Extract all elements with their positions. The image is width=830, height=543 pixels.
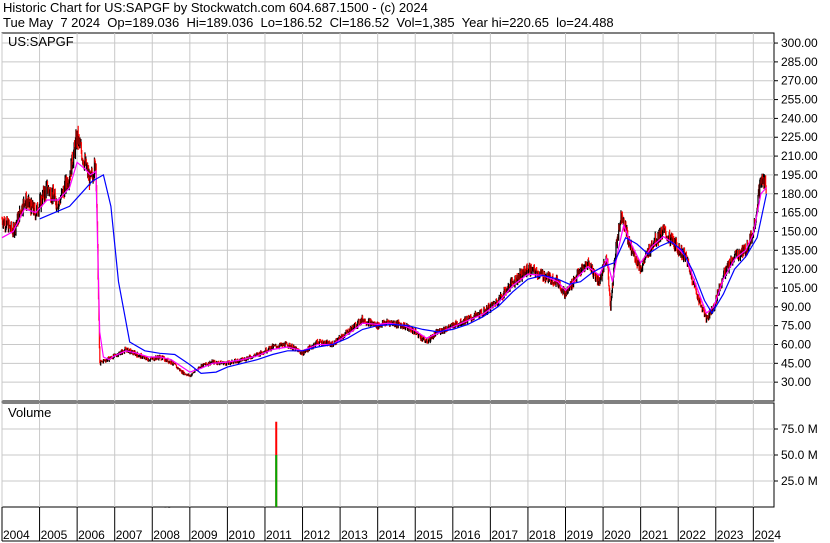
price-y-tick-label: 255.00 <box>781 93 818 107</box>
volume-panel: 25.0 M 50.0 M 75.0 M Volume <box>1 402 818 508</box>
x-tick-label: 2023 <box>717 528 744 542</box>
x-tick-label: 2004 <box>3 528 30 542</box>
x-tick-label: 2010 <box>228 528 255 542</box>
price-y-tick-label: 270.00 <box>781 74 818 88</box>
price-y-tick-label: 165.00 <box>781 206 818 220</box>
x-tick-label: 2022 <box>679 528 706 542</box>
volume-bar <box>417 506 420 508</box>
price-y-tick-label: 60.00 <box>781 337 811 351</box>
volume-bar <box>168 506 171 508</box>
price-y-tick-label: 150.00 <box>781 224 818 238</box>
price-y-tick-label: 45.00 <box>781 356 811 370</box>
price-y-tick-label: 195.00 <box>781 168 818 182</box>
price-y-tick-label: 75.00 <box>781 319 811 333</box>
volume-y-tick-label: 25.0 M <box>781 474 818 488</box>
volume-y-tick-label: 75.0 M <box>781 422 818 436</box>
x-tick-label: 2014 <box>379 528 406 542</box>
stock-chart: 30.00 45.00 60.00 75.00 90.00 105.00 120.00 135… <box>1 32 818 542</box>
price-y-tick-label: 90.00 <box>781 300 811 314</box>
x-tick-label: 2008 <box>153 528 180 542</box>
price-y-tick-label: 225.00 <box>781 130 818 144</box>
x-tick-label: 2015 <box>416 528 443 542</box>
x-tick-label: 2006 <box>78 528 105 542</box>
price-y-tick-label: 285.00 <box>781 55 818 69</box>
volume-panel-label: Volume <box>8 405 51 420</box>
price-panel-label: US:SAPGF <box>8 34 74 49</box>
x-tick-label: 2018 <box>529 528 556 542</box>
price-panel-frame <box>1 32 775 402</box>
price-y-tick-label: 105.00 <box>781 281 818 295</box>
price-y-tick-label: 300.00 <box>781 36 818 50</box>
price-y-tick-label: 210.00 <box>781 149 818 163</box>
volume-bar <box>275 455 278 507</box>
x-tick-label: 2011 <box>266 528 292 542</box>
x-tick-label: 2009 <box>191 528 218 542</box>
x-tick-label: 2016 <box>454 528 481 542</box>
price-panel: 30.00 45.00 60.00 75.00 90.00 105.00 120.00 135… <box>1 32 818 402</box>
price-y-tick-label: 240.00 <box>781 111 818 125</box>
volume-y-tick-label: 50.0 M <box>781 448 818 462</box>
x-tick-label: 2013 <box>341 528 368 542</box>
long-moving-average-line <box>39 173 768 375</box>
price-y-tick-label: 135.00 <box>781 243 818 257</box>
volume-bar <box>164 506 167 508</box>
price-y-tick-label: 120.00 <box>781 262 818 276</box>
price-y-tick-label: 180.00 <box>781 187 818 201</box>
x-tick-label: 2017 <box>491 528 518 542</box>
x-axis: 2004 2005 2006 2007 2008 2009 2010 2011 2012 2013… <box>1 507 781 542</box>
x-tick-label: 2005 <box>41 528 68 542</box>
x-tick-label: 2012 <box>304 528 331 542</box>
x-tick-label: 2021 <box>642 528 669 542</box>
x-tick-label: 2019 <box>567 528 594 542</box>
price-y-tick-label: 30.00 <box>781 375 811 389</box>
x-tick-label: 2007 <box>116 528 143 542</box>
x-tick-label: 2024 <box>754 528 781 542</box>
x-tick-label: 2020 <box>604 528 631 542</box>
